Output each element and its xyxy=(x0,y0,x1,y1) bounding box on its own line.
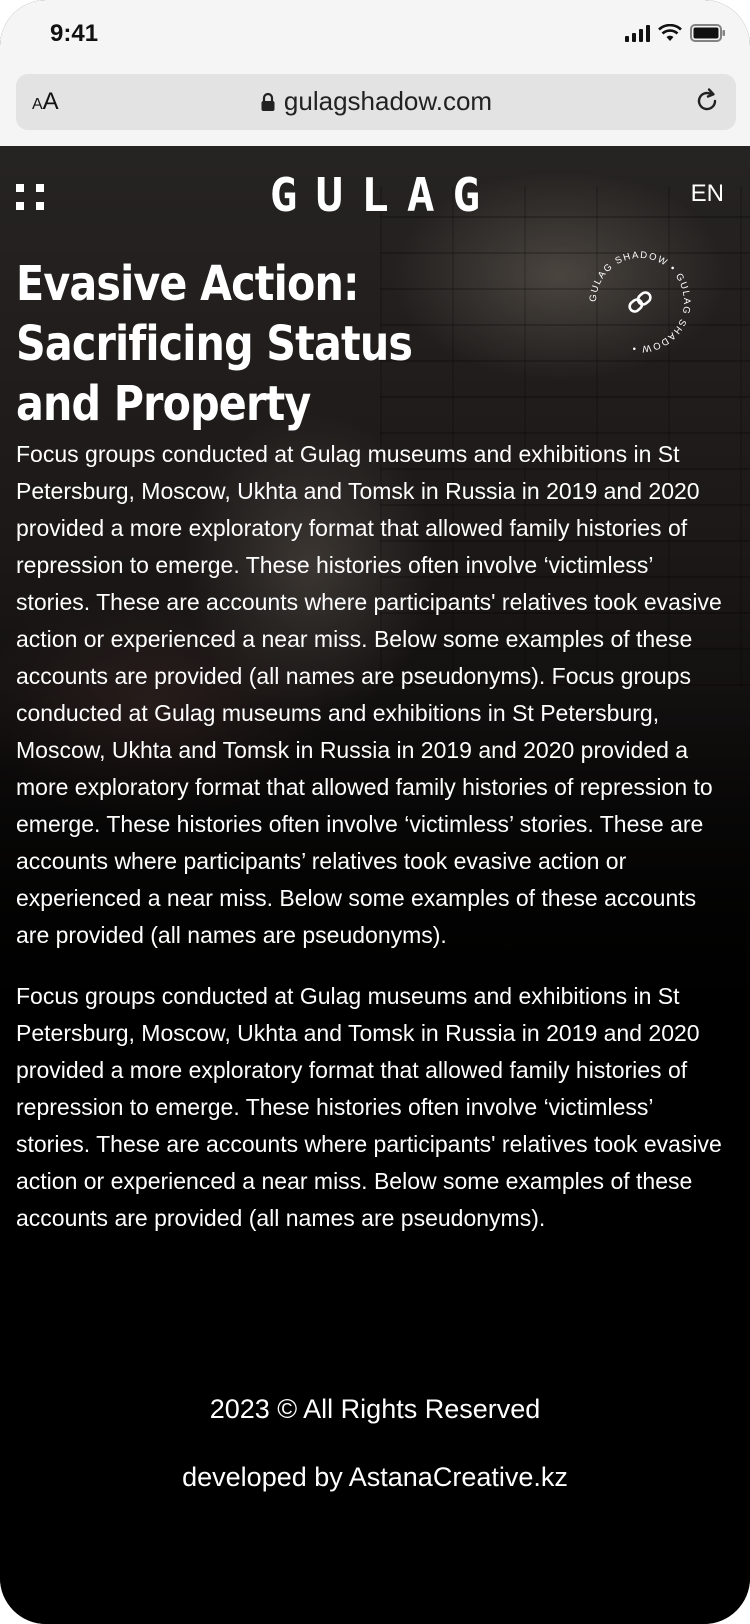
url-text: gulagshadow.com xyxy=(283,86,493,116)
page-content: GULAG EN Evasive Action: Sacrificing Sta… xyxy=(0,146,750,1624)
cellular-signal-icon xyxy=(625,24,650,42)
status-icons xyxy=(625,24,726,42)
gulag-shadow-badge[interactable]: GULAG SHADOW • GULAG SHADOW • xyxy=(580,242,700,362)
site-logo[interactable]: GULAG xyxy=(0,168,750,222)
lock-icon xyxy=(260,88,276,119)
footer-copyright: 2023 © All Rights Reserved xyxy=(209,1394,541,1424)
url-display[interactable]: gulagshadow.com xyxy=(16,86,736,119)
wifi-icon xyxy=(658,24,682,42)
page-title: Evasive Action: Sacrificing Status and P… xyxy=(16,256,413,432)
status-time: 9:41 xyxy=(50,20,99,47)
battery-icon xyxy=(690,24,726,42)
article-paragraph-2: Focus groups conducted at Gulag museums … xyxy=(16,983,722,1231)
browser-chrome: 9:41 AA gulagshadow.com xyxy=(0,0,750,146)
link-icon xyxy=(628,291,652,313)
article-paragraph-1: Focus groups conducted at Gulag museums … xyxy=(16,441,722,948)
footer-developer-link[interactable]: developed by AstanaCreative.kz xyxy=(0,1462,750,1493)
reload-icon[interactable] xyxy=(692,86,722,121)
language-switch[interactable]: EN xyxy=(691,180,724,208)
phone-screen: 9:41 AA gulagshadow.com GULAG EN Evasive… xyxy=(0,0,750,1624)
address-bar[interactable]: AA gulagshadow.com xyxy=(16,74,736,130)
article-body: Focus groups conducted at Gulag museums … xyxy=(16,436,728,1261)
